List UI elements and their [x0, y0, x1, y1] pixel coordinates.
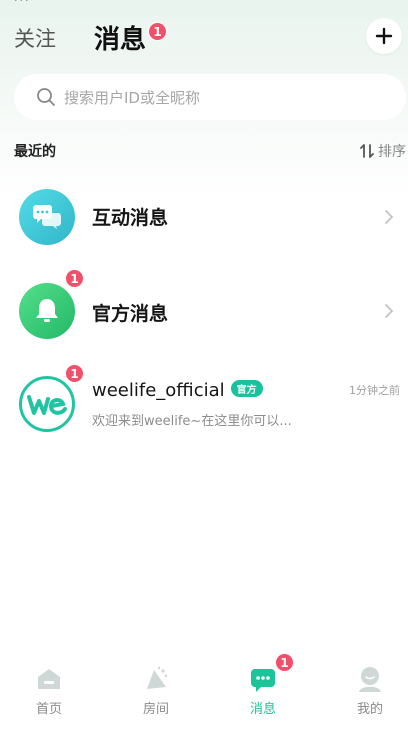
list-item-official-messages[interactable]: 1 官方消息	[0, 269, 408, 351]
sort-label: 排序	[378, 144, 406, 160]
tab-badge: 1	[275, 653, 294, 672]
room-icon	[147, 666, 168, 689]
tab-home[interactable]: 首页	[9, 653, 89, 731]
tab-label: 房间	[142, 702, 169, 717]
list-item-weelife-official[interactable]: 1 weelife_official 官方 欢迎来到weelife~在这里你可以.…	[0, 364, 408, 444]
row-title: 互动消息	[92, 207, 169, 229]
top-header: 关注 消息 1	[0, 14, 408, 58]
tab-follow[interactable]: 关注	[14, 23, 56, 53]
search-icon	[37, 88, 55, 106]
bottom-tab-bar: 首页 房间 1 消息 我的	[0, 653, 408, 731]
row-badge: 1	[65, 364, 84, 383]
sort-button[interactable]: 排序	[360, 141, 406, 161]
message-preview: 欢迎来到weelife~在这里你可以...	[92, 414, 292, 429]
weelife-logo	[19, 376, 75, 432]
profile-icon	[359, 667, 381, 692]
sort-icon	[360, 144, 374, 158]
chevron-right-icon	[385, 304, 394, 318]
chat-bubbles-icon	[19, 189, 75, 245]
messages-tab-badge: 1	[148, 22, 167, 41]
home-icon	[38, 669, 60, 689]
status-bar: ···	[0, 0, 408, 8]
search-placeholder: 搜索用户ID或全昵称	[64, 88, 200, 107]
row-title: 官方消息	[92, 303, 169, 325]
list-item-interaction-messages[interactable]: 互动消息	[0, 177, 408, 257]
tab-label: 我的	[356, 702, 383, 717]
recent-section-header: 最近的 排序	[14, 140, 406, 162]
bell-icon	[19, 283, 75, 339]
tab-label: 消息	[249, 702, 276, 717]
add-button[interactable]	[366, 18, 402, 54]
tab-messages-nav[interactable]: 1 消息	[223, 653, 303, 731]
account-name: weelife_official	[92, 380, 225, 401]
tab-room[interactable]: 房间	[116, 653, 196, 731]
message-time: 1分钟之前	[349, 384, 400, 397]
tab-profile[interactable]: 我的	[330, 653, 408, 731]
message-icon	[251, 669, 275, 692]
status-bar-icons: ···	[14, 0, 31, 7]
row-badge: 1	[65, 269, 84, 288]
tab-messages[interactable]: 消息	[94, 19, 146, 56]
search-input[interactable]: 搜索用户ID或全昵称	[14, 74, 406, 120]
plus-icon	[375, 27, 393, 45]
section-title: 最近的	[14, 144, 56, 160]
official-tag: 官方	[230, 380, 263, 397]
row-title: weelife_official 官方	[92, 380, 263, 401]
tab-label: 首页	[35, 702, 62, 717]
chevron-right-icon	[385, 210, 394, 224]
